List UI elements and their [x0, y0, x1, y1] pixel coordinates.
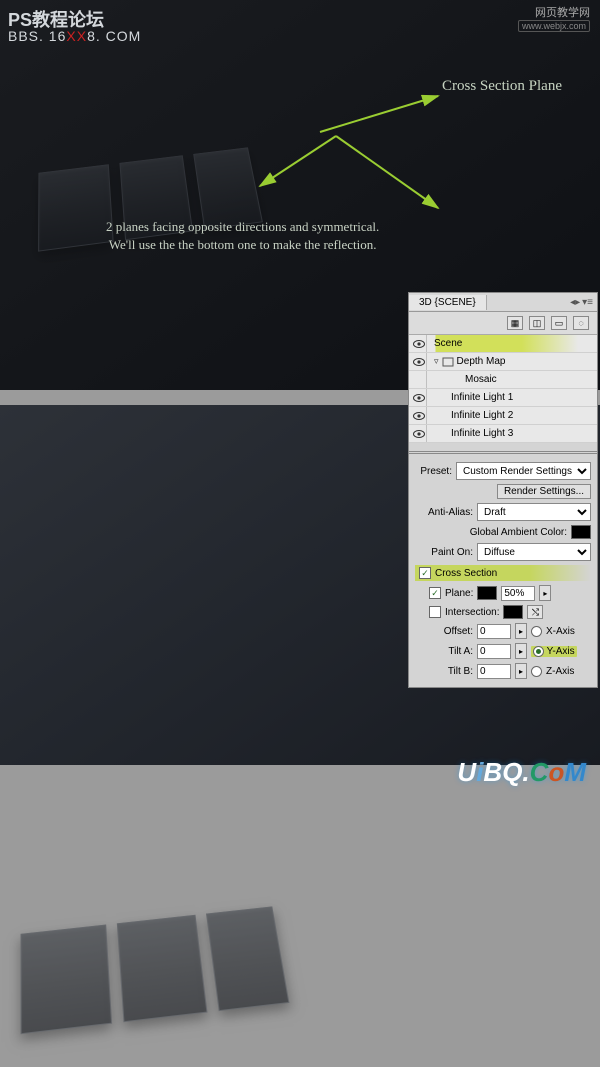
- eye-icon[interactable]: [413, 412, 425, 420]
- offset-label: Offset:: [415, 626, 473, 637]
- offset-spinner[interactable]: ▸: [515, 623, 527, 639]
- global-ambient-swatch[interactable]: [571, 525, 591, 539]
- 3d-text-top: [38, 134, 391, 276]
- plane-opacity-input[interactable]: [501, 586, 535, 601]
- tilt-a-spinner[interactable]: ▸: [515, 643, 527, 659]
- 3d-text-bottom: [21, 893, 425, 1066]
- tree-row-mosaic[interactable]: Mosaic: [409, 371, 597, 389]
- tree-row-light-2[interactable]: Infinite Light 2: [409, 407, 597, 425]
- light-icon: [430, 393, 448, 403]
- tilt-a-label: Tilt A:: [415, 646, 473, 657]
- anti-alias-label: Anti-Alias:: [415, 507, 473, 518]
- watermark-bbs-url: BBS. 16XX8. COM: [8, 28, 141, 44]
- light-icon: [430, 429, 448, 439]
- panel-filter-icons: ▦ ◫ ▭ ◌: [409, 312, 597, 335]
- light-2-label: Infinite Light 2: [451, 410, 513, 421]
- plane-label: Plane:: [445, 588, 473, 599]
- cross-section-checkbox[interactable]: [419, 567, 431, 579]
- offset-input[interactable]: [477, 624, 511, 639]
- twisty-icon[interactable]: ▿: [430, 356, 439, 367]
- watermark-site-url: www.webjx.com: [518, 20, 590, 32]
- intersection-label: Intersection:: [445, 607, 499, 618]
- paint-on-select[interactable]: Diffuse: [477, 543, 591, 561]
- light-1-label: Infinite Light 1: [451, 392, 513, 403]
- tilt-b-label: Tilt B:: [415, 666, 473, 677]
- x-axis-radio[interactable]: [531, 626, 542, 637]
- plane-color-swatch[interactable]: [477, 586, 497, 600]
- material-icon: [430, 375, 462, 385]
- 3d-scene-panel: 3D {SCENE} ◂▸ ▾≡ ▦ ◫ ▭ ◌ Scene ▿ Depth M…: [408, 292, 598, 688]
- render-controls: Preset: Custom Render Settings Render Se…: [409, 454, 597, 687]
- preset-label: Preset:: [415, 466, 452, 477]
- annotation-caption: 2 planes facing opposite directions and …: [106, 218, 379, 254]
- tree-row-light-3[interactable]: Infinite Light 3: [409, 425, 597, 443]
- mosaic-label: Mosaic: [465, 374, 497, 385]
- panel-menu-icon[interactable]: ▾≡: [582, 297, 593, 308]
- intersection-checkbox[interactable]: [429, 606, 441, 618]
- bbs-prefix: BBS. 16: [8, 28, 66, 44]
- y-axis-highlight: Y-Axis: [531, 646, 577, 657]
- y-axis-radio[interactable]: [533, 646, 544, 657]
- bbs-red: XX: [66, 28, 87, 44]
- tilt-b-spinner[interactable]: ▸: [515, 663, 527, 679]
- filter-materials-icon[interactable]: ▭: [551, 316, 567, 330]
- watermark-uibq: UiBQ.CoM: [457, 757, 586, 788]
- eye-icon[interactable]: [413, 340, 425, 348]
- tree-row-light-1[interactable]: Infinite Light 1: [409, 389, 597, 407]
- tree-row-depth-map[interactable]: ▿ Depth Map: [409, 353, 597, 371]
- scene-label: Scene: [430, 338, 462, 349]
- panel-tab-bar: 3D {SCENE} ◂▸ ▾≡: [409, 293, 597, 312]
- plane-opacity-spinner[interactable]: ▸: [539, 585, 551, 601]
- render-settings-button[interactable]: Render Settings...: [497, 484, 591, 499]
- mesh-icon: [442, 357, 454, 367]
- preset-select[interactable]: Custom Render Settings: [456, 462, 591, 480]
- flip-icon[interactable]: ⤭: [527, 605, 543, 619]
- caption-line-1: 2 planes facing opposite directions and …: [106, 218, 379, 236]
- paint-on-label: Paint On:: [415, 547, 473, 558]
- tilt-a-input[interactable]: [477, 644, 511, 659]
- z-axis-label: Z-Axis: [546, 666, 574, 677]
- scene-tree: Scene ▿ Depth Map Mosaic Infinite Light …: [409, 335, 597, 443]
- bbs-suffix: 8. COM: [87, 28, 141, 44]
- tab-3d-scene[interactable]: 3D {SCENE}: [409, 295, 487, 310]
- cross-section-header: Cross Section: [415, 565, 591, 581]
- eye-icon[interactable]: [413, 394, 425, 402]
- tree-row-scene[interactable]: Scene: [409, 335, 597, 353]
- y-axis-label: Y-Axis: [547, 646, 575, 657]
- watermark-site-name: 网页教学网: [518, 4, 590, 20]
- filter-whole-scene-icon[interactable]: ▦: [507, 316, 523, 330]
- eye-icon[interactable]: [413, 430, 425, 438]
- filter-lights-icon[interactable]: ◌: [573, 316, 589, 330]
- cross-section-label: Cross Section: [435, 568, 497, 579]
- watermark-top-right: 网页教学网 www.webjx.com: [518, 4, 590, 32]
- light-icon: [430, 411, 448, 421]
- plane-checkbox[interactable]: [429, 587, 441, 599]
- intersection-color-swatch[interactable]: [503, 605, 523, 619]
- eye-icon[interactable]: [413, 358, 425, 366]
- z-axis-radio[interactable]: [531, 666, 542, 677]
- global-ambient-label: Global Ambient Color:: [415, 527, 567, 538]
- caption-line-2: We'll use the the bottom one to make the…: [106, 236, 379, 254]
- x-axis-label: X-Axis: [546, 626, 575, 637]
- anti-alias-select[interactable]: Draft: [477, 503, 591, 521]
- annotation-cross-section-label: Cross Section Plane: [442, 78, 562, 95]
- filter-meshes-icon[interactable]: ◫: [529, 316, 545, 330]
- panel-collapse-icon[interactable]: ◂▸: [570, 297, 580, 308]
- depth-map-label: Depth Map: [457, 356, 506, 367]
- tilt-b-input[interactable]: [477, 664, 511, 679]
- light-3-label: Infinite Light 3: [451, 428, 513, 439]
